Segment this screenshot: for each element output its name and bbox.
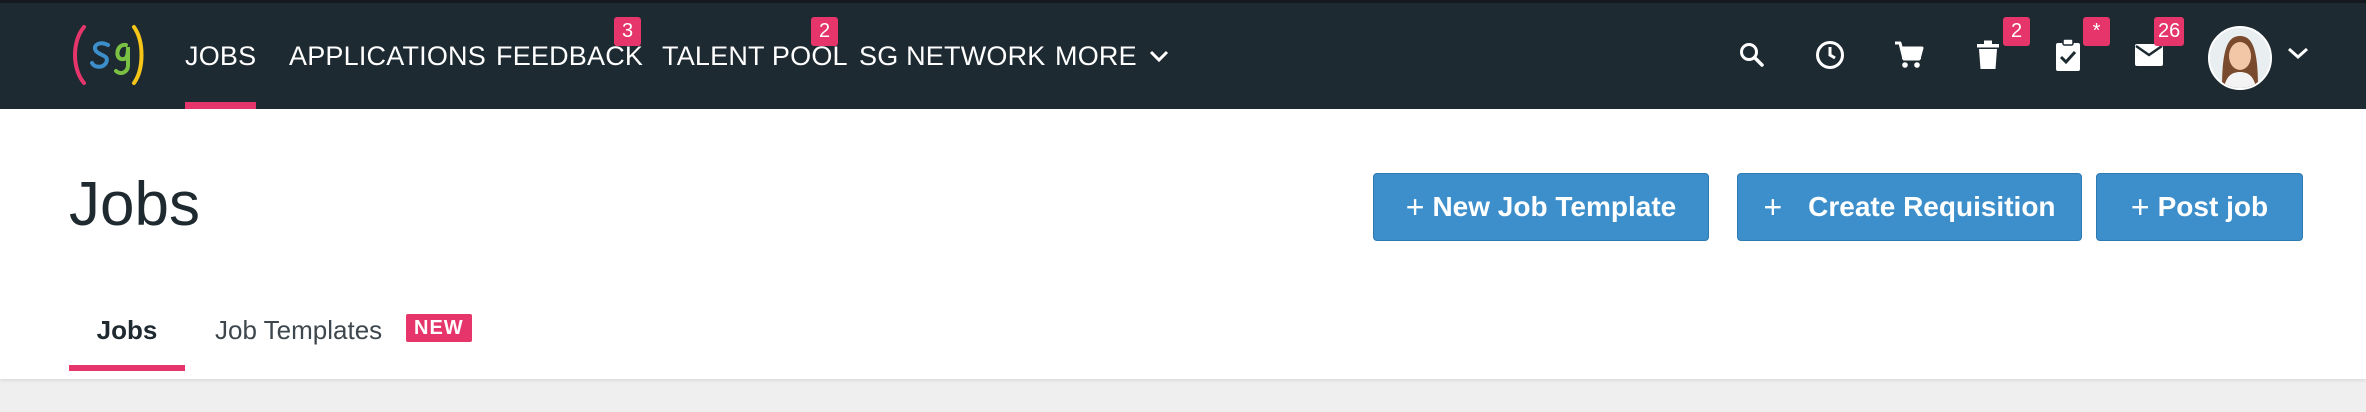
new-job-template-button[interactable]: + New Job Template: [1373, 173, 1709, 241]
nav-applications-label: APPLICATIONS: [289, 40, 486, 71]
feedback-count-badge: 3: [614, 17, 641, 46]
nav-sg-network[interactable]: SG NETWORK: [859, 3, 1046, 109]
trash-count-badge: 2: [2003, 17, 2030, 46]
clipboard-check-icon: [2056, 38, 2080, 71]
search-button[interactable]: [1732, 35, 1772, 75]
nav-jobs[interactable]: JOBS: [185, 3, 257, 109]
create-requisition-label: Create Requisition: [1808, 191, 2056, 222]
mail-icon: [2135, 44, 2163, 66]
sg-logo[interactable]: [70, 21, 146, 89]
talent-pool-count-badge: 2: [811, 17, 838, 46]
tab-job-templates[interactable]: Job Templates: [215, 289, 382, 371]
tab-jobs-label: Jobs: [96, 314, 158, 345]
top-navigation-bar: JOBS APPLICATIONS FEEDBACK 3 TALENT POOL…: [0, 0, 2366, 109]
nav-applications[interactable]: APPLICATIONS: [289, 3, 486, 109]
plus-icon: +: [1405, 188, 1425, 225]
nav-jobs-label: JOBS: [185, 40, 257, 71]
chevron-down-icon: [1149, 50, 1168, 63]
create-requisition-button[interactable]: + Create Requisition: [1737, 173, 2082, 241]
post-job-label: Post job: [2157, 191, 2269, 222]
cart-button[interactable]: [1889, 35, 1929, 75]
page-title: Jobs: [69, 170, 200, 239]
user-avatar[interactable]: [2208, 26, 2272, 90]
tasks-badge: *: [2083, 17, 2110, 46]
account-menu-chevron-icon[interactable]: [2286, 45, 2310, 61]
mail-count-badge: 26: [2154, 17, 2185, 46]
plus-icon: +: [1763, 188, 1783, 225]
nav-more-label: MORE: [1055, 40, 1137, 71]
nav-more[interactable]: MORE: [1055, 3, 1169, 109]
tab-job-templates-label: Job Templates: [215, 314, 383, 345]
tasks-button[interactable]: [2048, 35, 2088, 75]
history-icon: [1816, 41, 1844, 69]
trash-button[interactable]: [1968, 35, 2008, 75]
history-button[interactable]: [1810, 35, 1850, 75]
tab-jobs[interactable]: Jobs: [69, 289, 185, 371]
nav-sg-network-label: SG NETWORK: [859, 40, 1046, 71]
plus-icon: +: [2130, 188, 2150, 225]
cart-icon: [1895, 41, 1924, 68]
page-header-panel: Jobs + New Job Template + Create Requisi…: [0, 109, 2366, 379]
avatar-image: [2210, 28, 2270, 88]
search-icon: [1740, 43, 1764, 67]
post-job-button[interactable]: + Post job: [2096, 173, 2303, 241]
trash-icon: [1977, 40, 1999, 69]
new-badge: NEW: [406, 314, 472, 342]
new-job-template-label: New Job Template: [1432, 191, 1677, 222]
